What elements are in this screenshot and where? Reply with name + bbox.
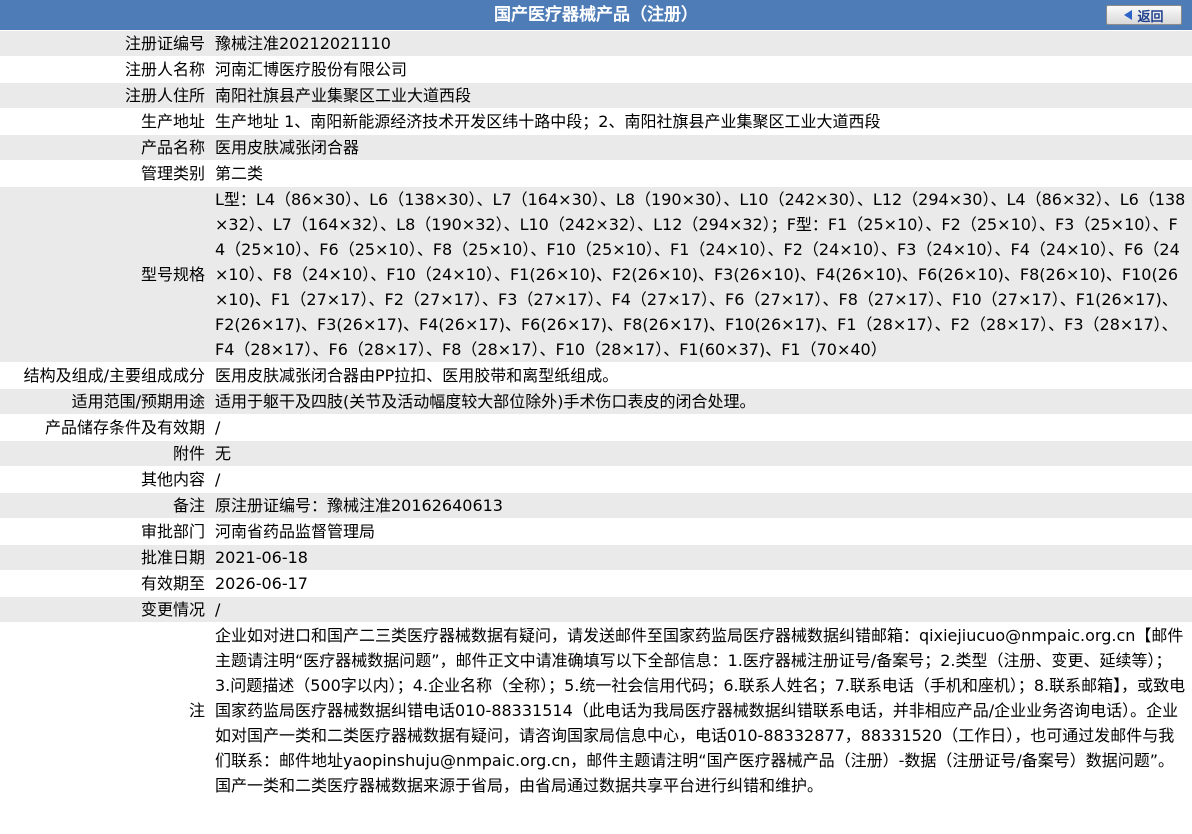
table-row: 有效期至 2026-06-17 xyxy=(0,570,1192,597)
row-label: 变更情况 xyxy=(0,596,205,623)
row-label: 批准日期 xyxy=(0,544,205,571)
table-row: 注册证编号 豫械注准20212021110 xyxy=(0,31,1192,57)
row-label: 产品名称 xyxy=(0,134,205,161)
table-row: 产品储存条件及有效期 / xyxy=(0,414,1192,441)
row-label: 备注 xyxy=(0,492,205,519)
row-label: 有效期至 xyxy=(0,570,205,597)
table-row: 注册人住所 南阳社旗县产业集聚区工业大道西段 xyxy=(0,82,1192,109)
table-row: 附件 无 xyxy=(0,440,1192,467)
row-value: 2021-06-18 xyxy=(205,544,1192,571)
row-label: 注册人住所 xyxy=(0,82,205,109)
row-label: 适用范围/预期用途 xyxy=(0,388,205,415)
row-value: 医用皮肤减张闭合器 xyxy=(205,134,1192,161)
row-value: 河南汇博医疗股份有限公司 xyxy=(205,56,1192,83)
row-label: 产品储存条件及有效期 xyxy=(0,414,205,441)
row-label: 注 xyxy=(0,622,205,799)
row-value: 2026-06-17 xyxy=(205,570,1192,597)
row-label: 管理类别 xyxy=(0,160,205,187)
row-label: 型号规格 xyxy=(0,186,205,363)
row-label: 审批部门 xyxy=(0,518,205,545)
row-label: 生产地址 xyxy=(0,108,205,135)
row-value: 医用皮肤减张闭合器由PP拉扣、医用胶带和离型纸组成。 xyxy=(205,362,1192,389)
row-value: 河南省药品监督管理局 xyxy=(205,518,1192,545)
row-value: 生产地址 1、南阳新能源经济技术开发区纬十路中段；2、南阳社旗县产业集聚区工业大… xyxy=(205,108,1192,135)
table-row: 批准日期 2021-06-18 xyxy=(0,544,1192,571)
row-label: 附件 xyxy=(0,440,205,467)
table-row: 注 企业如对进口和国产二三类医疗器械数据有疑问，请发送邮件至国家药监局医疗器械数… xyxy=(0,622,1192,799)
row-value: / xyxy=(205,414,1192,441)
table-row: 结构及组成/主要组成成分 医用皮肤减张闭合器由PP拉扣、医用胶带和离型纸组成。 xyxy=(0,362,1192,389)
row-value: / xyxy=(205,596,1192,623)
table-row: 变更情况 / xyxy=(0,596,1192,623)
row-label: 注册证编号 xyxy=(0,31,205,57)
table-row: 注册人名称 河南汇博医疗股份有限公司 xyxy=(0,56,1192,83)
row-value: 南阳社旗县产业集聚区工业大道西段 xyxy=(205,82,1192,109)
table-row: 产品名称 医用皮肤减张闭合器 xyxy=(0,134,1192,161)
detail-table: 注册证编号 豫械注准20212021110 注册人名称 河南汇博医疗股份有限公司… xyxy=(0,31,1192,799)
back-button[interactable]: 返回 xyxy=(1106,5,1182,25)
page-header: 国产医疗器械产品（注册） 返回 xyxy=(0,0,1192,31)
table-row: 审批部门 河南省药品监督管理局 xyxy=(0,518,1192,545)
row-value: 第二类 xyxy=(205,160,1192,187)
table-row: 适用范围/预期用途 适用于躯干及四肢(关节及活动幅度较大部位除外)手术伤口表皮的… xyxy=(0,388,1192,415)
row-label: 其他内容 xyxy=(0,466,205,493)
table-row: 备注 原注册证编号：豫械注准20162640613 xyxy=(0,492,1192,519)
row-label: 结构及组成/主要组成成分 xyxy=(0,362,205,389)
row-value: 企业如对进口和国产二三类医疗器械数据有疑问，请发送邮件至国家药监局医疗器械数据纠… xyxy=(205,622,1192,799)
row-value: 适用于躯干及四肢(关节及活动幅度较大部位除外)手术伤口表皮的闭合处理。 xyxy=(205,388,1192,415)
row-value: L型：L4（86×30）、L6（138×30）、L7（164×30）、L8（19… xyxy=(205,186,1192,363)
row-value: 无 xyxy=(205,440,1192,467)
row-label: 注册人名称 xyxy=(0,56,205,83)
table-row: 管理类别 第二类 xyxy=(0,160,1192,187)
back-arrow-icon xyxy=(1124,10,1133,20)
row-value: 原注册证编号：豫械注准20162640613 xyxy=(205,492,1192,519)
page-title: 国产医疗器械产品（注册） xyxy=(494,5,698,25)
row-value: 豫械注准20212021110 xyxy=(205,31,1192,57)
table-row: 其他内容 / xyxy=(0,466,1192,493)
table-row: 生产地址 生产地址 1、南阳新能源经济技术开发区纬十路中段；2、南阳社旗县产业集… xyxy=(0,108,1192,135)
table-row: 型号规格 L型：L4（86×30）、L6（138×30）、L7（164×30）、… xyxy=(0,186,1192,363)
back-button-label: 返回 xyxy=(1137,9,1164,25)
row-value: / xyxy=(205,466,1192,493)
